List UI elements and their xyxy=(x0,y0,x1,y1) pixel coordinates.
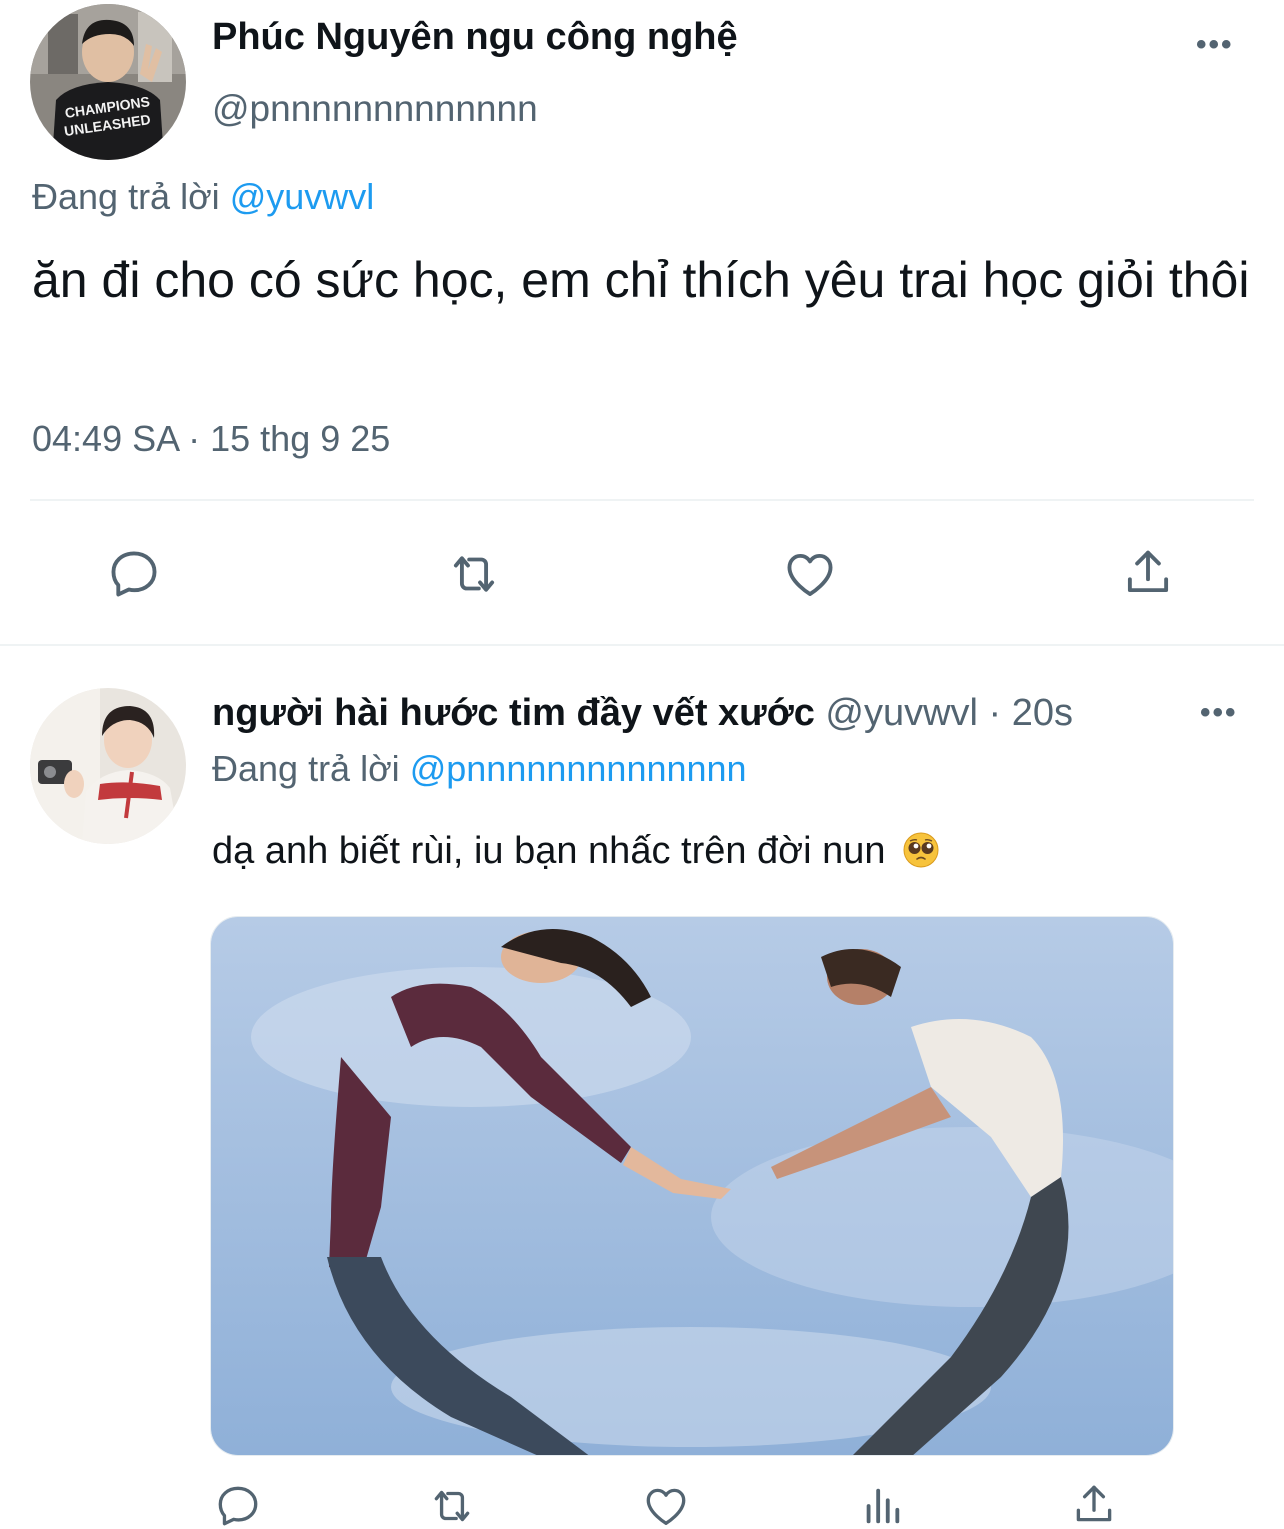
share-icon[interactable] xyxy=(1068,1478,1120,1529)
pleading-face-icon xyxy=(902,831,940,869)
views-icon[interactable] xyxy=(856,1480,908,1529)
reply-display-name[interactable]: người hài hước tim đầy vết xước xyxy=(212,692,815,734)
main-avatar[interactable]: CHAMPIONS UNLEASHED xyxy=(30,4,186,160)
replying-to-label: Đang trả lời xyxy=(32,176,220,217)
more-options-icon[interactable]: ••• xyxy=(1196,28,1234,62)
reply-tweet: người hài hước tim đầy vết xước @yuvwvl … xyxy=(0,646,1284,1529)
attached-photo[interactable] xyxy=(210,916,1174,1456)
reply-avatar[interactable] xyxy=(30,688,186,844)
main-handle[interactable]: @pnnnnnnnnnnnnn xyxy=(212,88,538,130)
tweet-timestamp[interactable]: 04:49 SA · 15 thg 9 25 xyxy=(32,418,390,460)
reply-icon[interactable] xyxy=(212,1480,264,1529)
replying-to-mention[interactable]: @yuvwvl xyxy=(230,176,375,217)
more-options-icon[interactable]: ••• xyxy=(1200,696,1238,730)
main-display-name[interactable]: Phúc Nguyên ngu công nghệ xyxy=(212,16,738,59)
reply-handle-time[interactable]: @yuvwvl · 20s xyxy=(825,692,1073,734)
retweet-icon[interactable] xyxy=(422,1480,482,1529)
reply-tweet-text-line: dạ anh biết rùi, iu bạn nhấc trên đời nu… xyxy=(212,830,940,873)
replying-to: Đang trả lời @yuvwvl xyxy=(32,176,374,218)
like-icon[interactable] xyxy=(638,1480,694,1529)
reply-icon[interactable] xyxy=(100,540,168,608)
share-icon[interactable] xyxy=(1114,538,1182,606)
retweet-icon[interactable] xyxy=(438,540,510,608)
main-tweet-text: ăn đi cho có sức học, em chỉ thích yêu t… xyxy=(32,252,1250,308)
divider xyxy=(30,499,1254,501)
reply-tweet-text: dạ anh biết rùi, iu bạn nhấc trên đời nu… xyxy=(212,830,886,872)
replying-to-mention[interactable]: @pnnnnnnnnnnnnnn xyxy=(410,748,747,789)
main-tweet: CHAMPIONS UNLEASHED Phúc Nguyên ngu công… xyxy=(0,0,1284,645)
reply-header: người hài hước tim đầy vết xước @yuvwvl … xyxy=(212,692,1073,735)
like-icon[interactable] xyxy=(776,540,844,608)
replying-to-label: Đang trả lời xyxy=(212,748,400,789)
replying-to: Đang trả lời @pnnnnnnnnnnnnnn xyxy=(212,748,747,790)
